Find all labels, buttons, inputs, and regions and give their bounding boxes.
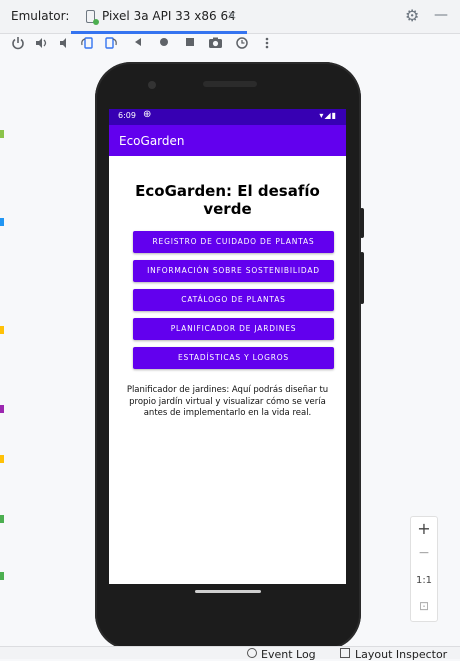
rotate-left-icon[interactable] bbox=[78, 36, 96, 54]
zoom-actual-size-button[interactable]: 1:1 bbox=[411, 575, 437, 586]
catalogo-plantas-button[interactable]: CATÁLOGO DE PLANTAS bbox=[133, 289, 334, 311]
emulator-tool-window-header: Emulator: Pixel 3a API 33 x86 64 × ⚙ — bbox=[0, 0, 460, 34]
volume-rocker-hardware bbox=[360, 252, 364, 304]
more-icon[interactable] bbox=[258, 36, 276, 54]
emulator-toolbar bbox=[0, 34, 460, 58]
layout-inspector-icon bbox=[340, 648, 350, 658]
tool-window-label: Emulator: bbox=[11, 9, 70, 23]
close-icon[interactable]: × bbox=[227, 8, 237, 22]
gutter-marker bbox=[0, 130, 4, 138]
snapshot-icon[interactable] bbox=[233, 36, 251, 54]
android-status-bar: 6:09 ⊕ ▾◢▮ bbox=[109, 109, 346, 125]
zoom-fit-icon[interactable]: ⊡ bbox=[411, 599, 437, 613]
rotate-right-icon[interactable] bbox=[102, 36, 120, 54]
layout-inspector-label: Layout Inspector bbox=[355, 648, 448, 661]
gutter-marker bbox=[0, 326, 4, 334]
back-icon[interactable] bbox=[129, 36, 147, 54]
event-log-tab[interactable]: Event Log bbox=[247, 648, 316, 661]
description-text: Planificador de jardines: Aquí podrás di… bbox=[126, 385, 329, 418]
earpiece-speaker bbox=[203, 81, 257, 87]
zoom-in-icon[interactable]: + bbox=[411, 519, 437, 538]
screenshot-icon[interactable] bbox=[206, 36, 224, 54]
planificador-jardines-button[interactable]: PLANIFICADOR DE JARDINES bbox=[133, 318, 334, 340]
info-sostenibilidad-button[interactable]: INFORMACIÓN SOBRE SOSTENIBILIDAD bbox=[133, 260, 334, 282]
gutter-marker bbox=[0, 405, 4, 413]
minimize-icon[interactable]: — bbox=[434, 7, 448, 23]
gutter-marker bbox=[0, 218, 4, 226]
event-log-icon bbox=[247, 648, 257, 658]
tab-pixel-3a[interactable]: Pixel 3a API 33 x86 64 × bbox=[71, 0, 247, 34]
gesture-home-bar[interactable] bbox=[195, 590, 261, 593]
gutter-marker bbox=[0, 455, 4, 463]
device-icon bbox=[86, 10, 99, 25]
app-title: EcoGarden bbox=[119, 134, 185, 148]
layout-inspector-tab[interactable]: Layout Inspector bbox=[340, 648, 447, 661]
volume-up-icon[interactable] bbox=[32, 36, 50, 54]
gear-icon[interactable]: ⚙ bbox=[405, 6, 419, 25]
ide-bottom-bar: Event Log Layout Inspector bbox=[0, 646, 460, 661]
gutter-marker bbox=[0, 515, 4, 523]
volume-down-icon[interactable] bbox=[55, 36, 73, 54]
registro-cuidado-button[interactable]: REGISTRO DE CUIDADO DE PLANTAS bbox=[133, 231, 334, 253]
app-bar: EcoGarden bbox=[109, 125, 346, 156]
overview-icon[interactable] bbox=[181, 36, 199, 54]
page-title: EcoGarden: El desafío verde bbox=[135, 182, 320, 218]
device-screen[interactable]: 6:09 ⊕ ▾◢▮ EcoGarden EcoGarden: El desaf… bbox=[109, 109, 346, 584]
home-icon[interactable] bbox=[155, 36, 173, 54]
estadisticas-logros-button[interactable]: ESTADÍSTICAS Y LOGROS bbox=[133, 347, 334, 369]
tab-title: Pixel 3a API 33 x86 64 bbox=[102, 9, 236, 23]
power-button-hardware bbox=[360, 208, 364, 238]
signal-battery-icon: ▾◢▮ bbox=[319, 111, 337, 120]
status-time: 6:09 bbox=[118, 111, 136, 120]
settings-notification-icon: ⊕ bbox=[143, 109, 152, 120]
gutter-marker bbox=[0, 572, 4, 580]
zoom-controls: + − 1:1 ⊡ bbox=[410, 516, 438, 622]
zoom-out-icon[interactable]: − bbox=[411, 545, 437, 561]
power-icon[interactable] bbox=[9, 36, 27, 54]
event-log-label: Event Log bbox=[261, 648, 316, 661]
front-camera bbox=[148, 81, 156, 89]
